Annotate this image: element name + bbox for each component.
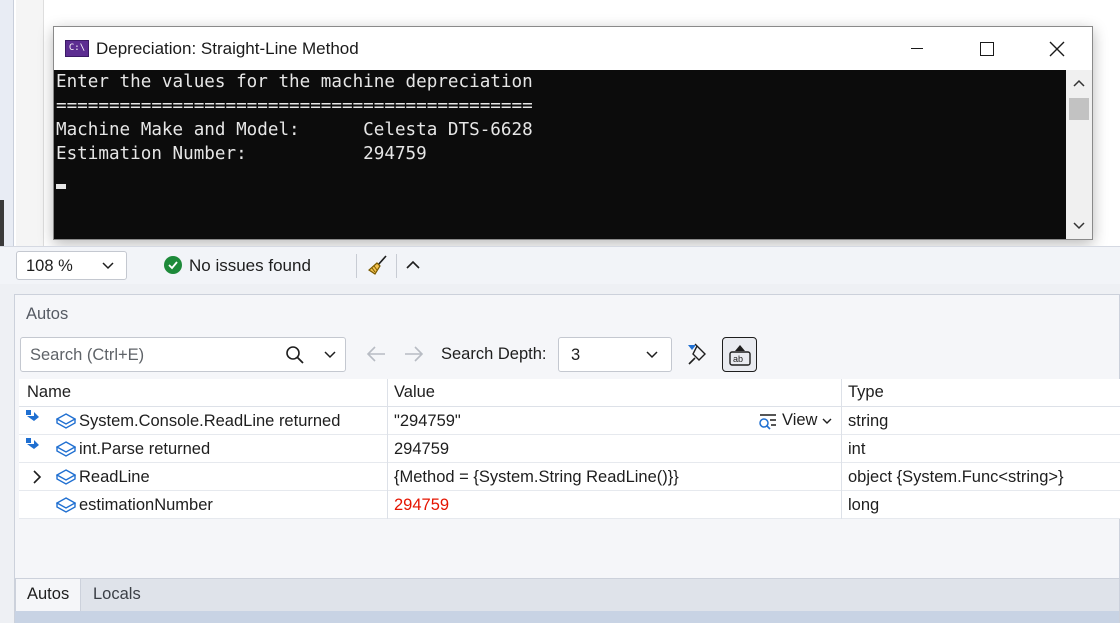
console-line-separator: ========================================… bbox=[56, 96, 533, 116]
minimize-icon bbox=[911, 48, 923, 49]
hex-display-icon: ab bbox=[728, 344, 751, 366]
column-header-name[interactable]: Name bbox=[27, 383, 71, 402]
magnifier-list-icon bbox=[759, 413, 776, 430]
row-name: int.Parse returned bbox=[79, 440, 211, 458]
row-value[interactable]: "294759" bbox=[394, 412, 461, 431]
search-input[interactable]: Search (Ctrl+E) bbox=[20, 337, 346, 372]
row-type: long bbox=[848, 496, 880, 514]
check-circle-icon bbox=[164, 256, 182, 274]
search-placeholder: Search (Ctrl+E) bbox=[30, 346, 145, 364]
issues-status[interactable]: No issues found bbox=[189, 256, 311, 276]
search-depth-value: 3 bbox=[571, 346, 581, 364]
console-scrollbar[interactable] bbox=[1066, 70, 1092, 239]
hex-display-toggle-button[interactable]: ab bbox=[722, 337, 757, 372]
chevron-up-icon[interactable] bbox=[404, 256, 422, 274]
row-type: string bbox=[848, 412, 889, 430]
chevron-down-icon bbox=[102, 262, 114, 270]
chevron-down-icon bbox=[822, 418, 832, 424]
editor-margin-marker bbox=[0, 200, 4, 246]
table-row[interactable]: int.Parse returned 294759 int bbox=[19, 435, 1120, 463]
return-value-icon bbox=[26, 438, 39, 449]
panel-title: Autos bbox=[26, 305, 69, 323]
back-arrow-icon[interactable] bbox=[365, 344, 387, 364]
search-depth-label: Search Depth: bbox=[441, 345, 547, 363]
view-label: View bbox=[782, 411, 818, 429]
forward-arrow-icon[interactable] bbox=[403, 344, 425, 364]
column-divider[interactable] bbox=[841, 379, 842, 519]
grid-header: Name Value Type bbox=[19, 379, 1120, 407]
console-output[interactable]: Enter the values for the machine depreci… bbox=[54, 70, 1066, 239]
scroll-thumb[interactable] bbox=[1069, 98, 1089, 120]
field-icon bbox=[56, 497, 76, 513]
autos-window: Autos Search (Ctrl+E) Search Depth: 3 ab… bbox=[14, 294, 1120, 623]
field-icon bbox=[56, 413, 76, 429]
row-value[interactable]: {Method = {System.String ReadLine()}} bbox=[394, 468, 679, 487]
table-row[interactable]: estimationNumber 294759 long bbox=[19, 491, 1120, 519]
row-value[interactable]: 294759 bbox=[394, 440, 449, 459]
row-name: System.Console.ReadLine returned bbox=[79, 412, 341, 430]
chevron-down-icon bbox=[646, 351, 658, 359]
row-name: ReadLine bbox=[79, 468, 150, 486]
zoom-dropdown[interactable]: 108 % bbox=[16, 251, 127, 280]
console-line-make-model: Machine Make and Model: Celesta DTS-6628 bbox=[56, 120, 533, 140]
editor-gutter bbox=[16, 0, 44, 246]
column-divider[interactable] bbox=[387, 379, 388, 519]
table-row[interactable]: System.Console.ReadLine returned "294759… bbox=[19, 407, 1120, 435]
close-button[interactable] bbox=[1022, 27, 1092, 70]
pin-icon[interactable] bbox=[686, 341, 712, 367]
divider bbox=[356, 254, 357, 278]
maximize-icon bbox=[980, 41, 994, 56]
column-header-value[interactable]: Value bbox=[394, 383, 435, 402]
console-cursor bbox=[56, 184, 66, 189]
row-type: object {System.Func<string>} bbox=[848, 468, 1064, 486]
console-title-bar[interactable]: C:\ Depreciation: Straight-Line Method bbox=[54, 27, 1092, 70]
scroll-up-button[interactable] bbox=[1066, 70, 1092, 96]
console-line-prompt: Enter the values for the machine depreci… bbox=[56, 72, 533, 92]
console-window-title: Depreciation: Straight-Line Method bbox=[96, 39, 359, 58]
expand-chevron-icon[interactable] bbox=[31, 469, 43, 485]
divider bbox=[396, 254, 397, 278]
view-visualizer-button[interactable]: View bbox=[758, 411, 833, 430]
bottom-border bbox=[15, 611, 1119, 623]
search-depth-dropdown[interactable]: 3 bbox=[558, 337, 672, 372]
return-value-icon bbox=[26, 410, 39, 421]
chevron-down-icon[interactable] bbox=[323, 349, 337, 359]
column-header-type[interactable]: Type bbox=[848, 383, 884, 402]
maximize-button[interactable] bbox=[952, 27, 1022, 70]
console-line-estimation: Estimation Number: 294759 bbox=[56, 144, 427, 164]
scroll-down-button[interactable] bbox=[1066, 213, 1092, 239]
row-type: int bbox=[848, 440, 866, 458]
svg-text:ab: ab bbox=[733, 354, 743, 364]
broom-icon[interactable] bbox=[366, 253, 390, 277]
minimize-button[interactable] bbox=[882, 27, 952, 70]
zoom-value: 108 % bbox=[26, 257, 73, 275]
console-window: C:\ Depreciation: Straight-Line Method E… bbox=[53, 26, 1093, 240]
search-icon[interactable] bbox=[285, 345, 305, 365]
table-row[interactable]: ReadLine {Method = {System.String ReadLi… bbox=[19, 463, 1120, 491]
editor-status-bar: 108 % No issues found bbox=[0, 246, 1120, 284]
chevron-up-icon bbox=[1073, 79, 1085, 87]
field-icon bbox=[56, 441, 76, 457]
chevron-down-icon bbox=[1073, 222, 1085, 230]
row-value-changed[interactable]: 294759 bbox=[394, 496, 449, 515]
close-icon bbox=[1049, 41, 1065, 56]
row-name: estimationNumber bbox=[79, 496, 213, 514]
console-app-icon: C:\ bbox=[65, 40, 89, 57]
field-icon bbox=[56, 469, 76, 485]
